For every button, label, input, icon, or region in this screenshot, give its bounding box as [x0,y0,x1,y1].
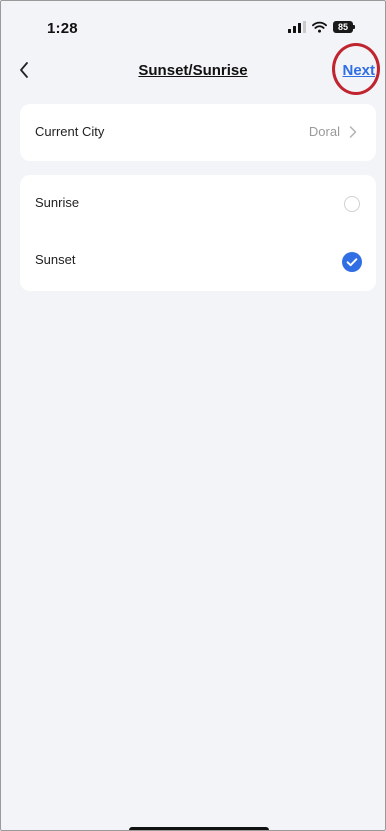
sunrise-option-row[interactable]: Sunrise [20,175,376,232]
current-city-value: Doral [308,124,340,139]
status-time: 1:28 [47,20,78,37]
battery-icon: 85 [333,21,355,33]
status-icons: 85 [288,21,355,33]
page-title: Sunset/Sunrise [138,62,248,79]
status-bar: 1:28 85 [1,1,385,51]
home-indicator [129,827,269,830]
sunset-option-row[interactable]: Sunset [20,232,376,289]
current-city-row[interactable]: Current City Doral [20,104,376,161]
navigation-bar: Sunset/Sunrise Next [1,51,385,93]
cellular-signal-icon [288,21,306,33]
current-city-label: Current City [35,124,105,139]
wifi-icon [312,21,327,33]
radio-empty-icon[interactable] [344,196,360,212]
phone-screen: 1:28 85 Sunset/Sunrise Next Current City… [0,0,386,831]
sunset-option-label: Sunset [35,252,76,267]
battery-level: 85 [333,21,353,33]
chevron-right-icon [349,126,357,138]
current-city-card: Current City Doral [20,104,376,161]
checkmark-circle-icon[interactable] [342,252,362,272]
sunrise-option-label: Sunrise [35,195,80,210]
battery-cap [353,25,355,29]
next-button[interactable]: Next [342,62,375,79]
time-option-list: Sunrise Sunset [20,175,376,291]
